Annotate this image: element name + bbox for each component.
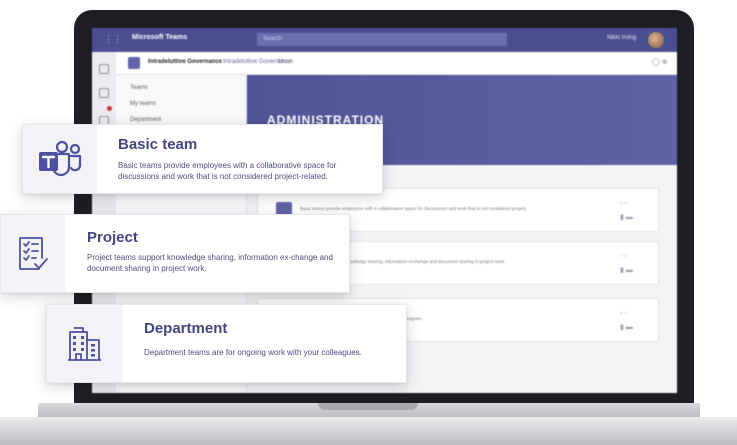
card-title: Department (144, 320, 228, 337)
teams-top-bar: ⋮⋮ Microsoft Teams Search Nikki Irving (92, 28, 677, 52)
team-avatar-icon (128, 57, 140, 69)
app-launcher-icon[interactable]: ⋮⋮ (104, 35, 122, 44)
channel-item[interactable]: Teams (130, 85, 148, 91)
card-icon-container (1, 215, 65, 292)
app-name: Microsoft Teams (132, 34, 188, 41)
card-icon-container (47, 305, 123, 382)
user-name: Nikki Irving (607, 35, 637, 41)
row-description: Basic teams provide employees with a col… (300, 206, 527, 211)
channel-item[interactable]: My teams (130, 101, 156, 107)
card-description: Project teams support knowledge sharing,… (87, 253, 333, 273)
chat-icon[interactable] (99, 88, 109, 98)
team-header: Intradeluttive Governance Intradeluttive… (116, 52, 677, 75)
checklist-icon (19, 236, 48, 270)
card-description: Department teams are for ongoing work wi… (144, 348, 362, 357)
row-actions-icon[interactable]: ◦ ◦ ▮ ▬ (620, 250, 633, 278)
channel-item[interactable]: Department (130, 117, 161, 123)
search-input[interactable]: Search (257, 33, 507, 46)
tab-moon[interactable]: Moon (278, 59, 293, 65)
building-icon (68, 326, 101, 361)
row-actions-icon[interactable]: ◦ ◦ ▮ ▬ (620, 197, 633, 225)
card-icon-container (23, 125, 97, 193)
card-title: Basic team (118, 136, 198, 153)
basic-team-card[interactable]: Basic team Basic teams provide employees… (22, 124, 383, 194)
laptop-bottom (0, 417, 737, 445)
row-actions-icon[interactable]: ◦ ◦ ▮ ▬ (620, 307, 633, 335)
team-name: Intradeluttive Governance (148, 59, 223, 65)
notification-badge (107, 106, 112, 111)
department-card[interactable]: Department Department teams are for ongo… (46, 304, 407, 383)
card-title: Project (87, 229, 138, 246)
opening-notch (318, 403, 418, 410)
card-description: Basic teams provide employees with a col… (118, 161, 337, 181)
activity-icon[interactable] (99, 64, 109, 74)
project-card[interactable]: Project Project teams support knowledge … (0, 214, 350, 293)
laptop-base (0, 403, 737, 445)
header-actions-icon[interactable]: ◯ ⊕ (652, 58, 668, 66)
avatar[interactable] (648, 32, 664, 48)
teams-logo-icon (39, 140, 82, 177)
